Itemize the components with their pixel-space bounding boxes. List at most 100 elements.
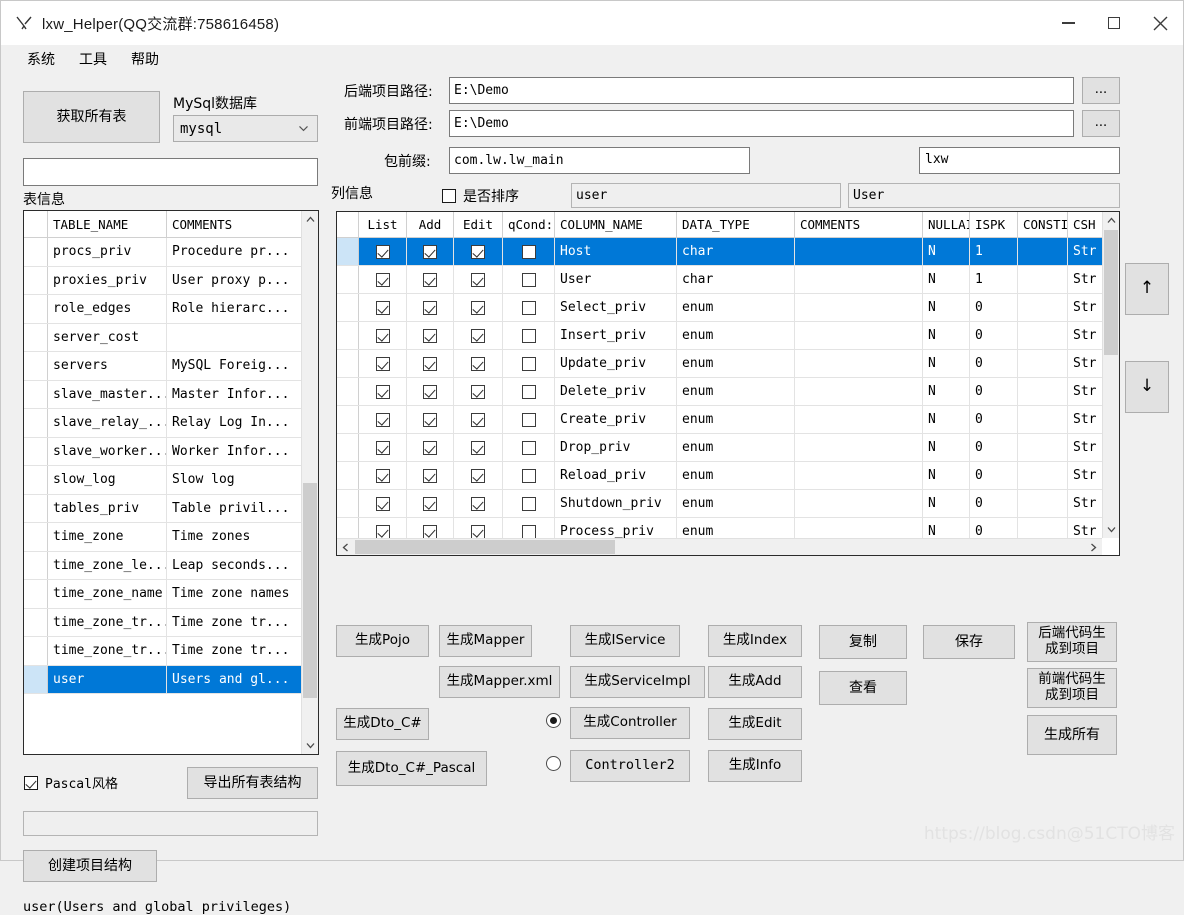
column-grid-checkbox-list[interactable] <box>359 462 407 489</box>
grid-scroll-up-icon[interactable] <box>1103 212 1119 229</box>
column-grid-cell-constraint[interactable] <box>1018 266 1068 293</box>
column-grid-cell-nullable[interactable]: N <box>923 434 970 461</box>
column-grid-row-header[interactable] <box>337 322 359 349</box>
table-list-row-header[interactable] <box>24 238 48 266</box>
column-grid-cell-column-name[interactable]: Process_priv <box>555 518 677 538</box>
sort-checkbox-row[interactable]: 是否排序 <box>442 186 519 206</box>
column-grid-cell-ispk[interactable]: 0 <box>970 462 1018 489</box>
save-button[interactable]: 保存 <box>923 625 1015 659</box>
column-grid-checkbox-list[interactable] <box>359 406 407 433</box>
column-grid-checkbox-add[interactable] <box>407 322 454 349</box>
qcond-checkbox[interactable] <box>521 384 536 399</box>
list-checkbox[interactable] <box>375 272 390 287</box>
table-list-cell-comment[interactable]: Time zones <box>167 523 301 551</box>
column-grid-cell-nullable[interactable]: N <box>923 518 970 538</box>
column-grid-cell-constraint[interactable] <box>1018 490 1068 517</box>
table-list-cell-comment[interactable]: Procedure pr... <box>167 238 301 266</box>
column-grid-checkbox-list[interactable] <box>359 238 407 265</box>
table-list-cell-comment[interactable]: Worker Infor... <box>167 438 301 466</box>
table-list-row[interactable]: proxies_priv User proxy p... <box>24 266 301 295</box>
column-grid-checkbox-list[interactable] <box>359 322 407 349</box>
column-grid-checkbox-list[interactable] <box>359 518 407 538</box>
column-grid-cell-comments[interactable] <box>795 266 923 293</box>
generate-dto-csharp-button[interactable]: 生成Dto_C# <box>336 708 429 740</box>
column-grid-checkbox-qcond[interactable] <box>503 406 555 433</box>
column-grid-cell-column-name[interactable]: Select_priv <box>555 294 677 321</box>
edit-checkbox[interactable] <box>471 272 485 287</box>
generate-mapper-xml-button[interactable]: 生成Mapper.xml <box>439 666 560 698</box>
table-list-row-header[interactable] <box>24 523 48 551</box>
column-grid-cell-ispk[interactable]: 1 <box>970 238 1018 265</box>
column-grid-cell-data-type[interactable]: enum <box>677 518 795 538</box>
table-list-cell-comment[interactable]: Users and gl... <box>167 666 301 694</box>
column-grid-cell-csharp[interactable]: Str <box>1068 266 1102 293</box>
column-grid-cell-ispk[interactable]: 0 <box>970 518 1018 538</box>
column-grid-row-header[interactable] <box>337 434 359 461</box>
table-list-row[interactable]: time_zone Time zones <box>24 523 301 552</box>
table-list-row[interactable]: tables_priv Table privil... <box>24 494 301 523</box>
list-checkbox[interactable] <box>375 328 390 343</box>
column-grid-row-header[interactable] <box>337 238 359 265</box>
table-list-row-header[interactable] <box>24 437 48 465</box>
sort-checkbox[interactable] <box>442 189 456 203</box>
edit-checkbox[interactable] <box>471 384 485 399</box>
table-list-cell-name[interactable]: slow_log <box>48 466 167 494</box>
close-button[interactable] <box>1137 1 1183 45</box>
column-grid-cell-data-type[interactable]: enum <box>677 490 795 517</box>
table-list-row-header[interactable] <box>24 352 48 380</box>
column-grid-vscrollbar[interactable] <box>1102 212 1119 538</box>
column-grid-cell-ispk[interactable]: 0 <box>970 406 1018 433</box>
generate-index-button[interactable]: 生成Index <box>708 625 802 657</box>
pascal-style-checkbox[interactable] <box>24 775 38 790</box>
view-button[interactable]: 查看 <box>819 671 907 705</box>
column-grid-checkbox-edit[interactable] <box>454 322 503 349</box>
column-grid-cell-comments[interactable] <box>795 322 923 349</box>
controller-radio[interactable] <box>546 713 561 728</box>
grid-col-column-name[interactable]: COLUMN_NAME <box>555 212 677 237</box>
add-checkbox[interactable] <box>423 524 437 538</box>
column-grid-cell-column-name[interactable]: Update_priv <box>555 350 677 377</box>
table-list-row[interactable]: time_zone_name Time zone names <box>24 580 301 609</box>
maximize-button[interactable] <box>1091 1 1137 45</box>
column-grid-checkbox-qcond[interactable] <box>503 294 555 321</box>
list-checkbox[interactable] <box>375 440 390 455</box>
column-grid-cell-constraint[interactable] <box>1018 238 1068 265</box>
table-list-scroll-thumb[interactable] <box>303 483 317 698</box>
export-all-tables-button[interactable]: 导出所有表结构 <box>187 767 318 799</box>
table-list-row[interactable]: slave_master... Master Infor... <box>24 380 301 409</box>
column-grid-checkbox-qcond[interactable] <box>503 378 555 405</box>
controller2-button[interactable]: Controller2 <box>570 750 690 782</box>
column-grid-cell-nullable[interactable]: N <box>923 490 970 517</box>
table-list-cell-comment[interactable]: Relay Log In... <box>167 409 301 437</box>
column-grid-row-header[interactable] <box>337 490 359 517</box>
table-list-cell-name[interactable]: procs_priv <box>48 238 167 266</box>
frontend-code-to-project-button[interactable]: 前端代码生成到项目 <box>1027 668 1117 708</box>
table-list-row[interactable]: servers MySQL Foreig... <box>24 352 301 381</box>
table-list-row[interactable]: procs_priv Procedure pr... <box>24 238 301 267</box>
add-checkbox[interactable] <box>423 328 437 343</box>
column-grid-row[interactable]: Delete_priv enum N 0 Str <box>337 378 1102 406</box>
table-list-vscrollbar[interactable] <box>301 211 318 754</box>
column-grid-cell-column-name[interactable]: Drop_priv <box>555 434 677 461</box>
add-checkbox[interactable] <box>423 440 437 455</box>
generate-edit-button[interactable]: 生成Edit <box>708 708 802 740</box>
backend-path-input[interactable]: E:\Demo <box>449 77 1074 104</box>
column-grid-cell-ispk[interactable]: 0 <box>970 294 1018 321</box>
table-list-row[interactable]: time_zone_tr... Time zone tr... <box>24 608 301 637</box>
table-list-row[interactable]: slow_log Slow log <box>24 466 301 495</box>
column-grid-checkbox-qcond[interactable] <box>503 266 555 293</box>
table-list-row-header[interactable] <box>24 608 48 636</box>
column-grid-checkbox-list[interactable] <box>359 294 407 321</box>
grid-scroll-left-icon[interactable] <box>337 539 354 555</box>
table-list-row[interactable]: slave_relay_... Relay Log In... <box>24 409 301 438</box>
column-grid-row[interactable]: Reload_priv enum N 0 Str <box>337 462 1102 490</box>
table-list-col-comments[interactable]: COMMENTS <box>167 211 301 237</box>
database-select[interactable]: mysql <box>173 115 318 142</box>
edit-checkbox[interactable] <box>471 244 485 259</box>
column-grid-cell-column-name[interactable]: Insert_priv <box>555 322 677 349</box>
edit-checkbox[interactable] <box>471 356 485 371</box>
list-checkbox[interactable] <box>375 244 390 259</box>
column-grid-row[interactable]: Host char N 1 Str <box>337 238 1102 266</box>
column-grid-cell-comments[interactable] <box>795 350 923 377</box>
column-grid-cell-constraint[interactable] <box>1018 462 1068 489</box>
